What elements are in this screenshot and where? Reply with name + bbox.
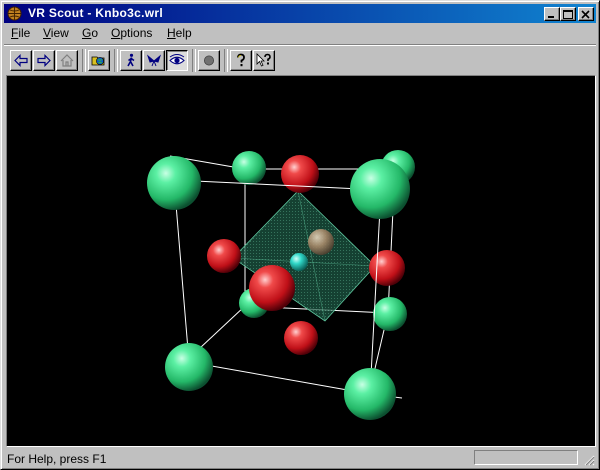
minimize-button[interactable] bbox=[544, 7, 560, 21]
resize-grip-icon[interactable] bbox=[583, 454, 595, 466]
back-button[interactable] bbox=[10, 50, 32, 71]
context-help-button[interactable] bbox=[253, 50, 275, 71]
open-world-button[interactable] bbox=[88, 50, 110, 71]
toolbar-separator bbox=[224, 49, 228, 72]
home-icon bbox=[60, 54, 74, 67]
close-button[interactable] bbox=[578, 7, 594, 21]
atom-tan bbox=[308, 229, 334, 255]
atom-green bbox=[232, 151, 266, 185]
atom-green bbox=[147, 156, 201, 210]
status-bar: For Help, press F1 bbox=[4, 449, 596, 467]
toolbar bbox=[4, 44, 596, 75]
close-icon bbox=[581, 10, 590, 19]
maximize-icon bbox=[563, 10, 573, 19]
arrow-right-icon bbox=[37, 54, 51, 67]
stop-button[interactable] bbox=[198, 50, 220, 71]
arrow-left-icon bbox=[14, 54, 28, 67]
crystal-structure-scene[interactable] bbox=[7, 76, 595, 446]
context-help-icon bbox=[256, 53, 271, 67]
window-title: VR Scout - Knbo3c.wrl bbox=[28, 6, 163, 20]
menu-go[interactable]: Go bbox=[82, 26, 98, 40]
atom-red bbox=[281, 155, 319, 193]
atom-red bbox=[284, 321, 318, 355]
menu-options[interactable]: Options bbox=[111, 26, 152, 40]
3d-viewport[interactable] bbox=[6, 75, 596, 447]
fly-button[interactable] bbox=[143, 50, 165, 71]
home-button[interactable] bbox=[56, 50, 78, 71]
status-text: For Help, press F1 bbox=[7, 452, 107, 466]
stop-icon bbox=[204, 55, 214, 66]
examine-button[interactable] bbox=[166, 50, 188, 71]
app-window: VR Scout - Knbo3c.wrl File View Go Optio… bbox=[0, 0, 600, 470]
toolbar-separator bbox=[82, 49, 86, 72]
help-icon bbox=[237, 53, 245, 67]
atom-green bbox=[165, 343, 213, 391]
atom-red bbox=[207, 239, 241, 273]
atom-red bbox=[369, 250, 405, 286]
atom-red bbox=[249, 265, 295, 311]
menu-view[interactable]: View bbox=[43, 26, 69, 40]
atom-cyan bbox=[290, 253, 308, 271]
title-bar[interactable]: VR Scout - Knbo3c.wrl bbox=[4, 4, 596, 23]
status-panel bbox=[474, 450, 578, 465]
menu-file[interactable]: File bbox=[11, 26, 30, 40]
walk-icon bbox=[127, 53, 135, 67]
toolbar-separator bbox=[114, 49, 118, 72]
atom-green bbox=[350, 159, 410, 219]
eye-icon bbox=[169, 54, 185, 65]
fly-icon bbox=[146, 54, 162, 67]
menu-help[interactable]: Help bbox=[167, 26, 192, 40]
help-button[interactable] bbox=[230, 50, 252, 71]
minimize-icon bbox=[548, 16, 554, 18]
open-world-icon bbox=[91, 56, 105, 66]
walk-button[interactable] bbox=[120, 50, 142, 71]
vr-scout-globe-icon bbox=[7, 6, 22, 21]
maximize-button[interactable] bbox=[560, 7, 576, 21]
atom-green bbox=[373, 297, 407, 331]
forward-button[interactable] bbox=[33, 50, 55, 71]
menu-bar: File View Go Options Help bbox=[4, 24, 596, 42]
toolbar-separator bbox=[192, 49, 196, 72]
atom-green bbox=[344, 368, 396, 420]
